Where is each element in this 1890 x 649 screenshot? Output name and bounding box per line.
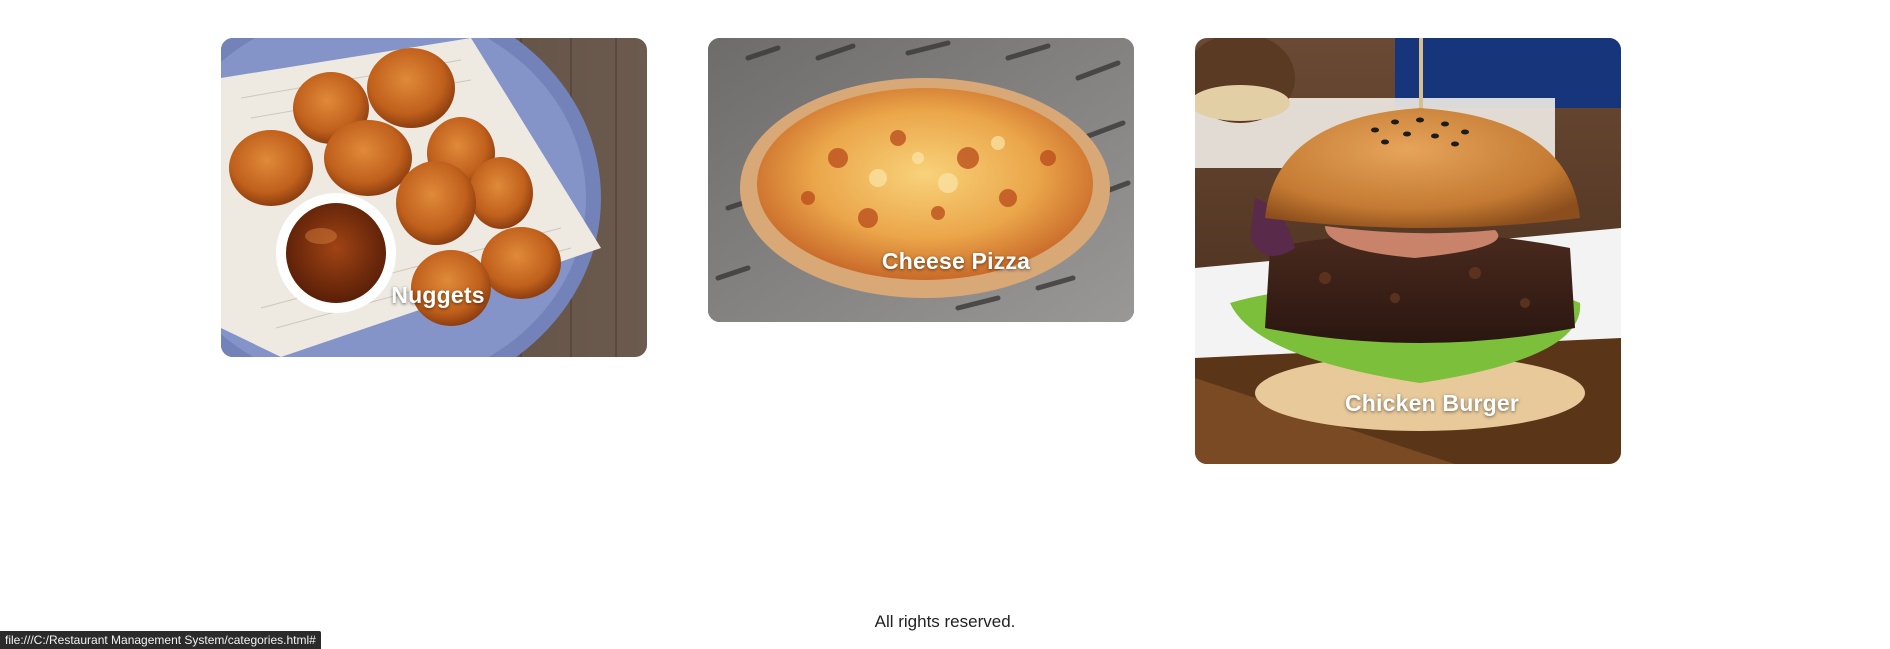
category-card-chicken-burger[interactable]: Chicken Burger [1195, 38, 1621, 464]
cheese-pizza-image [708, 38, 1134, 322]
footer-copyright: All rights reserved. [874, 612, 1016, 631]
nuggets-image [221, 38, 647, 357]
category-label: Chicken Burger [1344, 390, 1520, 416]
category-card-nuggets[interactable]: Nuggets [221, 38, 647, 357]
category-label: Nuggets [391, 282, 485, 308]
categories-page: Nuggets Cheese Pizza Chicken Burger All … [0, 0, 1890, 649]
category-card-cheese-pizza[interactable]: Cheese Pizza [708, 38, 1134, 322]
category-label: Cheese Pizza [881, 248, 1031, 274]
browser-status-bar-url: file:///C:/Restaurant Management System/… [0, 631, 321, 649]
category-grid: Nuggets Cheese Pizza Chicken Burger [0, 0, 1890, 480]
